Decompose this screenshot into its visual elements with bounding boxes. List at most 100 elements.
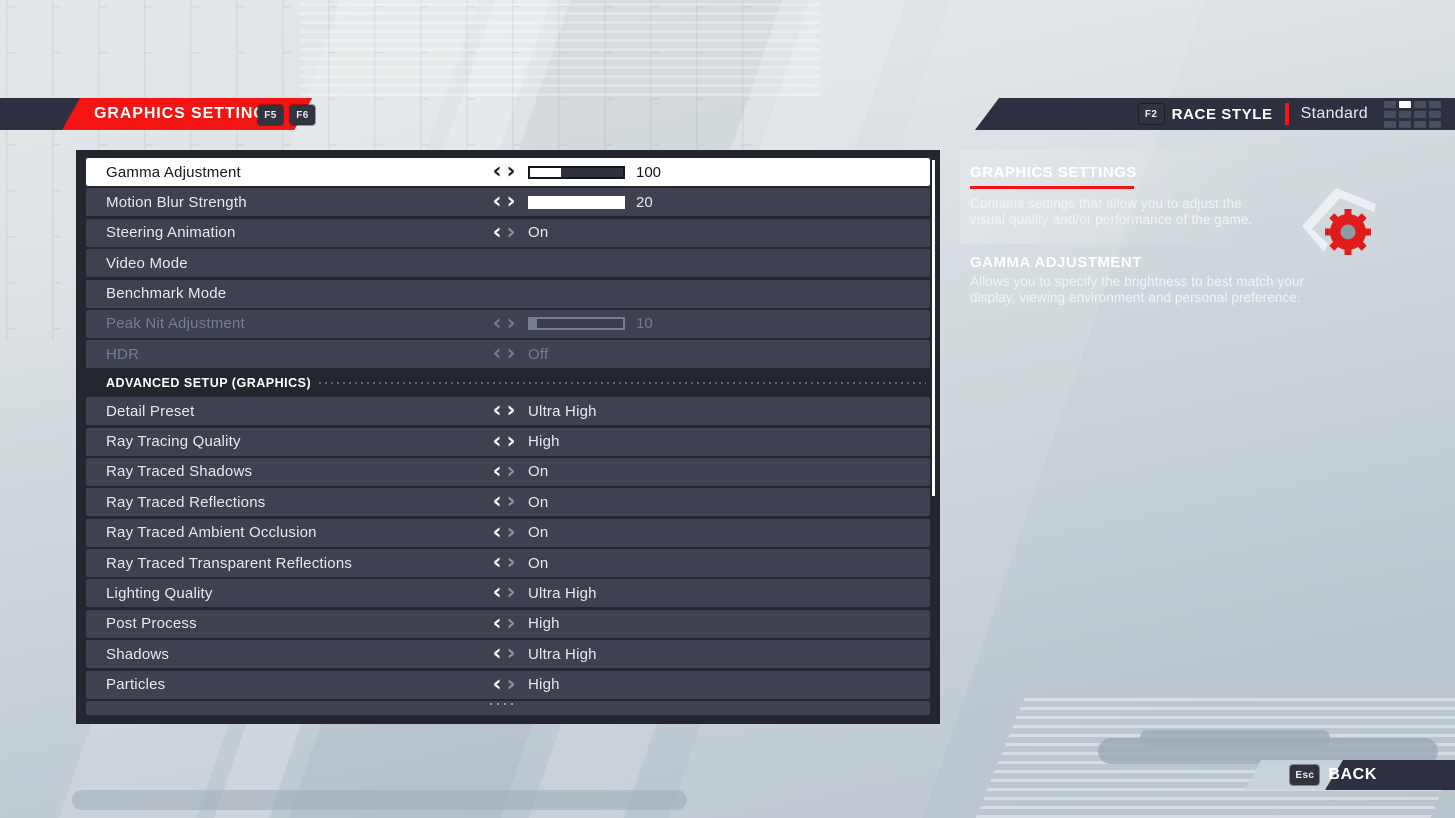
slider-fill [530,167,561,177]
chevron-left-icon[interactable]: ‹ [490,400,504,422]
chevron-left-icon[interactable]: ‹ [490,430,504,453]
hotkey-f2[interactable]: F2 [1138,104,1164,124]
hotkey-f6[interactable]: F6 [290,105,315,125]
race-style-cell[interactable] [1429,120,1441,128]
back-button-content: Esc BACK [1290,760,1377,790]
chevron-right-icon[interactable]: › [504,430,518,453]
chevron-left-icon[interactable]: ‹ [490,643,504,665]
chevron-right-icon[interactable]: › [504,491,518,513]
settings-row[interactable]: Shadows ‹ › Ultra High [86,640,930,669]
settings-row[interactable]: Ray Traced Reflections ‹ › On [86,488,930,517]
race-style-cell[interactable] [1414,110,1426,118]
settings-row[interactable]: Ray Tracing Quality ‹ › High [86,427,930,456]
chevron-right-icon[interactable]: › [504,643,518,665]
chevron-right-icon[interactable]: › [504,312,518,335]
settings-row[interactable]: Gamma Adjustment ‹ › 100 [86,158,930,186]
settings-row[interactable]: Particles ‹ › High [86,670,930,699]
chevron-left-icon[interactable]: ‹ [490,161,504,183]
race-style-cell[interactable] [1384,110,1396,118]
setting-label: Ray Traced Shadows [106,463,253,481]
chevron-left-icon[interactable]: ‹ [490,312,504,335]
setting-control: ‹ › Off [490,343,548,365]
race-style-cell[interactable] [1429,110,1441,118]
race-style-cell[interactable] [1384,120,1396,128]
chevron-left-icon[interactable]: ‹ [490,673,504,696]
settings-row[interactable]: Video Mode [86,249,930,278]
chevron-left-icon[interactable]: ‹ [490,460,504,483]
chevron-left-icon[interactable]: ‹ [490,343,504,365]
chevron-right-icon[interactable]: › [504,552,518,574]
setting-control: ‹ › On [490,221,548,244]
setting-label: Ray Traced Transparent Reflections [106,554,353,572]
setting-control: ‹ › 10 [490,312,652,335]
race-style-value: Standard [1300,105,1368,122]
race-style-divider [1284,103,1289,125]
chevron-right-icon[interactable]: › [504,673,518,696]
race-style-cell[interactable] [1414,100,1426,108]
chevron-left-icon[interactable]: ‹ [490,521,504,544]
settings-row[interactable]: Ray Traced Shadows ‹ › On [86,457,930,486]
setting-value: Off [528,345,549,363]
settings-row[interactable]: Ray Traced Ambient Occlusion ‹ › On [86,518,930,547]
race-style-cell[interactable] [1399,100,1411,108]
setting-value: Ultra High [528,402,597,420]
settings-row[interactable]: HDR ‹ › Off [86,340,930,369]
info-category-title: GRAPHICS SETTINGS [970,164,1137,181]
chevron-left-icon[interactable]: ‹ [490,221,504,244]
settings-row[interactable]: Steering Animation ‹ › On [86,218,930,247]
race-style-selector[interactable]: F2 RACE STYLE Standard [1138,98,1455,130]
chevron-right-icon[interactable]: › [504,221,518,244]
settings-row[interactable]: Ray Traced Transparent Reflections ‹ › On [86,549,930,578]
chevron-left-icon[interactable]: ‹ [490,491,504,513]
setting-slider[interactable] [528,195,625,209]
setting-control: ‹ › On [490,460,548,483]
chevron-left-icon[interactable]: ‹ [490,612,504,635]
chevron-right-icon[interactable]: › [504,582,518,604]
chevron-right-icon[interactable]: › [504,343,518,365]
setting-control: ‹ › High [490,673,560,696]
info-category-text: Contains settings that allow you to adju… [970,196,1253,227]
race-style-cell[interactable] [1429,100,1441,108]
chevron-left-icon[interactable]: ‹ [490,191,504,213]
settings-row [86,701,930,716]
chevron-right-icon[interactable]: › [504,161,518,183]
setting-control: ‹ › On [490,521,548,544]
setting-control: ‹ › 20 [490,191,652,213]
info-item-title: GAMMA ADJUSTMENT [970,254,1142,271]
chevron-right-icon[interactable]: › [504,612,518,635]
race-style-cell[interactable] [1384,100,1396,108]
settings-row[interactable]: Motion Blur Strength ‹ › 20 [86,188,930,217]
race-style-cell[interactable] [1399,110,1411,118]
setting-label: Gamma Adjustment [106,163,241,181]
info-item-block: GAMMA ADJUSTMENT Allows you to specify t… [960,244,1455,306]
setting-control: ‹ › Ultra High [490,643,597,665]
setting-label: Lighting Quality [106,584,213,602]
race-style-cell[interactable] [1399,120,1411,128]
setting-slider[interactable] [528,165,625,179]
settings-section-label: ADVANCED SETUP (GRAPHICS) [106,375,312,390]
chevron-left-icon[interactable]: ‹ [490,582,504,604]
setting-slider[interactable] [528,317,625,331]
chevron-right-icon[interactable]: › [504,460,518,483]
race-style-grid[interactable] [1384,100,1441,128]
chevron-right-icon[interactable]: › [504,191,518,213]
settings-row[interactable]: Benchmark Mode [86,279,930,308]
race-style-cell[interactable] [1414,120,1426,128]
info-title-underline [970,186,1134,189]
settings-scrollbar[interactable] [932,160,935,496]
settings-row[interactable]: Lighting Quality ‹ › Ultra High [86,579,930,608]
chevron-right-icon[interactable]: › [504,521,518,544]
settings-row[interactable]: Post Process ‹ › High [86,609,930,638]
chevron-right-icon[interactable]: › [504,400,518,422]
setting-value: Ultra High [528,584,597,602]
hotkey-f5[interactable]: F5 [258,105,283,125]
slider-value: 100 [636,163,662,181]
background-hatch-top [300,0,820,96]
setting-label: Benchmark Mode [106,285,227,303]
hotkey-esc[interactable]: Esc [1290,765,1320,785]
chevron-left-icon[interactable]: ‹ [490,552,504,574]
settings-row[interactable]: Detail Preset ‹ › Ultra High [86,397,930,426]
slider-fill [530,197,623,207]
settings-row[interactable]: Peak Nit Adjustment ‹ › 10 [86,309,930,338]
setting-control: ‹ › High [490,430,560,453]
